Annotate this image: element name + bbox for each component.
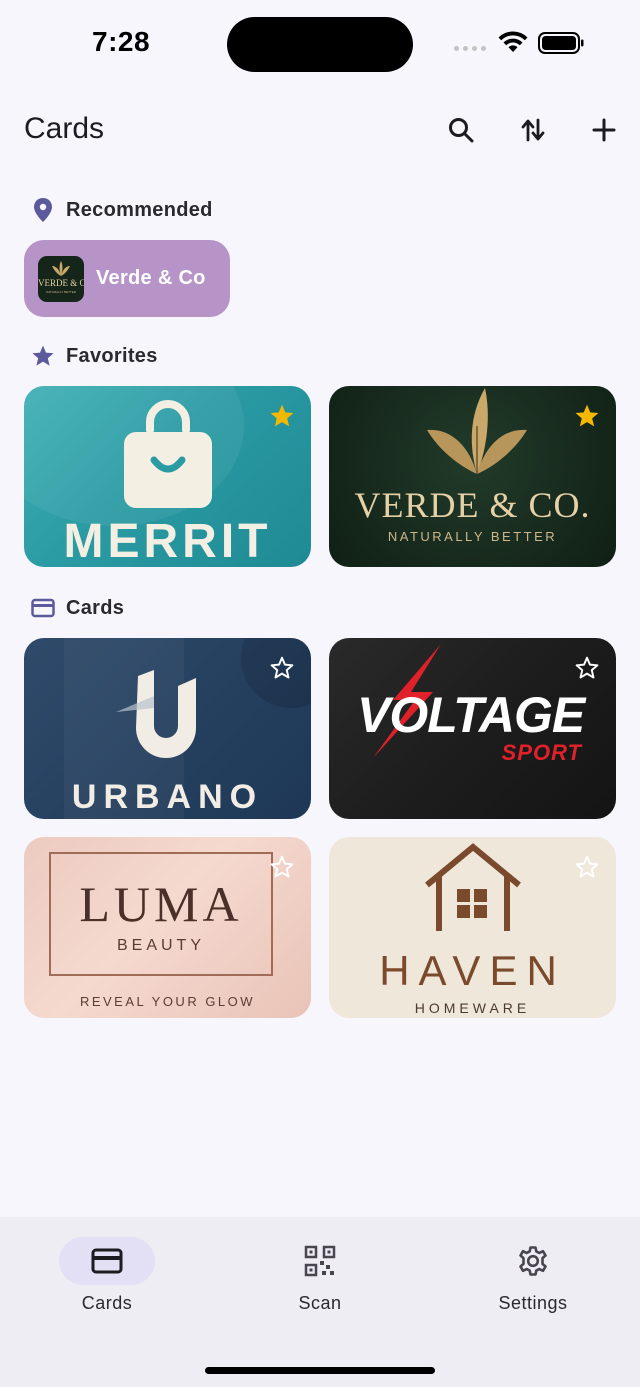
search-icon	[449, 118, 474, 143]
nav-label-settings: Settings	[498, 1293, 568, 1313]
cards-header: Cards	[30, 593, 124, 623]
status-time: 7:28	[92, 26, 151, 57]
merrit-brand: MERRIT	[63, 515, 272, 567]
cellular-signal-icon	[454, 46, 486, 51]
loyalty-card-urbano[interactable]: URBANO	[24, 638, 311, 819]
favorite-star-filled-icon[interactable]	[574, 403, 600, 429]
luma-subtitle: BEAUTY	[116, 937, 205, 954]
house-logo-icon	[425, 843, 521, 931]
app-bar: Cards	[0, 100, 640, 162]
sort-icon	[521, 118, 545, 142]
favorite-star-outline-icon[interactable]	[574, 854, 600, 880]
gear-icon	[519, 1246, 547, 1276]
voltage-brand: VOLTAGE	[357, 687, 585, 743]
dynamic-island	[227, 17, 413, 72]
favorites-label: Favorites	[66, 344, 158, 367]
star-icon	[30, 343, 56, 369]
cards-label: Cards	[66, 596, 125, 619]
verde-logo-text: VERDE & CO	[38, 277, 84, 288]
loyalty-card-haven[interactable]: HAVEN HOMEWARE	[329, 837, 616, 1018]
verde-tagline: NATURALLY BETTER	[387, 529, 558, 544]
plus-icon	[592, 118, 616, 142]
nav-item-settings[interactable]: Settings	[463, 1237, 603, 1327]
verde-logo-thumbnail: VERDE & CO NATURALLY BETTER	[38, 255, 84, 302]
haven-brand: HAVEN	[379, 947, 566, 994]
nav-item-scan[interactable]: Scan	[250, 1237, 390, 1327]
favorite-star-outline-icon[interactable]	[269, 655, 295, 681]
loyalty-card-verde[interactable]: VERDE & CO. NATURALLY BETTER	[329, 386, 616, 567]
urbano-u-logo	[116, 670, 196, 758]
battery-icon	[538, 32, 584, 54]
location-pin-icon	[30, 197, 56, 223]
shopping-bag-icon	[124, 400, 212, 508]
verde-logo-subtext: NATURALLY BETTER	[46, 289, 76, 294]
haven-tagline: HOMEWARE	[414, 1000, 531, 1016]
favorite-star-filled-icon[interactable]	[269, 403, 295, 429]
nav-label-scan: Scan	[298, 1293, 342, 1313]
bottom-navigation: Cards Scan Settings	[0, 1217, 640, 1387]
qr-code-icon	[304, 1245, 336, 1277]
status-bar: 7:28	[0, 0, 640, 88]
search-button[interactable]	[439, 108, 483, 152]
luma-brand: LUMA	[79, 876, 243, 932]
loyalty-card-merrit[interactable]: MERRIT	[24, 386, 311, 567]
leaves-logo-icon	[427, 388, 527, 474]
recommended-header: Recommended	[30, 195, 213, 225]
favorite-star-outline-icon[interactable]	[269, 854, 295, 880]
loyalty-card-voltage[interactable]: VOLTAGE SPORT	[329, 638, 616, 819]
add-card-button[interactable]	[582, 108, 626, 152]
wifi-icon	[498, 31, 528, 52]
verde-brand: VERDE & CO.	[354, 485, 591, 525]
urbano-brand: URBANO	[71, 778, 264, 816]
favorite-star-outline-icon[interactable]	[574, 655, 600, 681]
nav-label-cards: Cards	[81, 1293, 133, 1313]
favorites-header: Favorites	[30, 341, 158, 371]
sort-button[interactable]	[511, 108, 555, 152]
recommended-label: Recommended	[66, 198, 213, 221]
recommended-card-chip[interactable]: VERDE & CO NATURALLY BETTER Verde & Co	[24, 240, 230, 317]
luma-tagline: REVEAL YOUR GLOW	[79, 994, 256, 1009]
nav-item-cards[interactable]: Cards	[37, 1237, 177, 1327]
card-icon	[91, 1248, 123, 1274]
voltage-tagline: SPORT	[501, 740, 582, 765]
page-title: Cards	[24, 112, 105, 145]
recommended-chip-label: Verde & Co	[96, 267, 206, 289]
loyalty-card-luma[interactable]: LUMA BEAUTY REVEAL YOUR GLOW	[24, 837, 311, 1018]
home-indicator	[205, 1367, 435, 1374]
card-icon	[30, 595, 56, 621]
